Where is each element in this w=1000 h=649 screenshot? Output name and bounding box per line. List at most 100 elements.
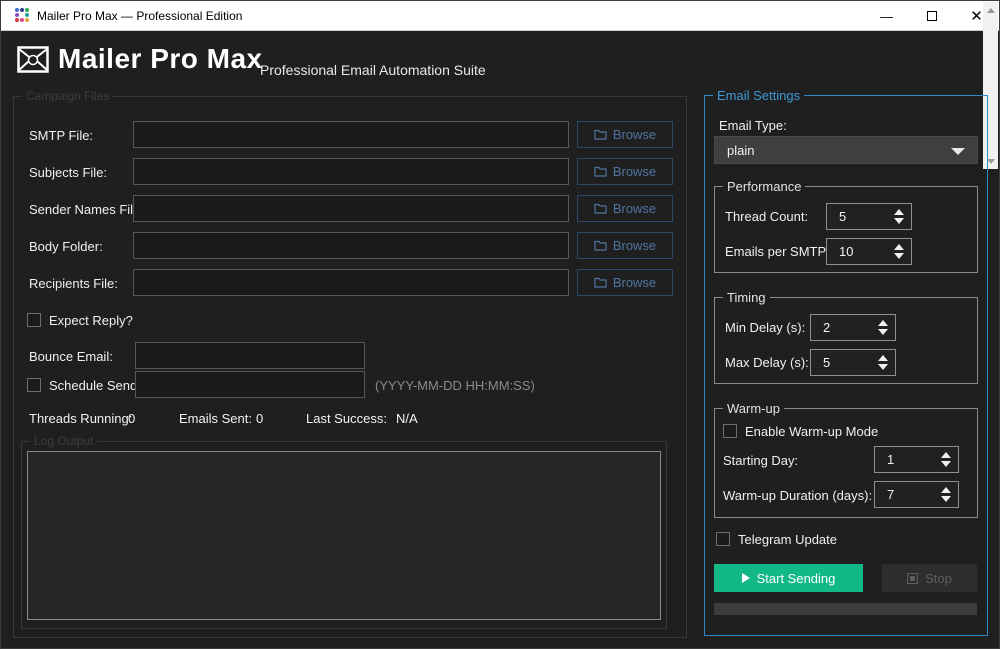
min-delay-value: 2 [823,320,830,335]
subjects-browse-button[interactable]: Browse [577,158,673,185]
minimize-button[interactable]: — [864,1,909,31]
spin-up-icon[interactable] [894,244,904,250]
browse-label: Browse [613,127,656,142]
spin-down-icon[interactable] [941,461,951,467]
email-type-value: plain [727,143,754,158]
subjects-file-label: Subjects File: [29,165,107,180]
last-success-value: N/A [396,411,418,426]
starting-day-spinner[interactable]: 1 [874,446,959,473]
sender-names-browse-button[interactable]: Browse [577,195,673,222]
emails-sent-label: Emails Sent: [179,411,252,426]
stop-button[interactable]: Stop [882,564,977,592]
enable-warmup-label: Enable Warm-up Mode [745,424,878,439]
recipients-browse-button[interactable]: Browse [577,269,673,296]
log-output-textarea[interactable] [27,451,661,620]
schedule-format-hint: (YYYY-MM-DD HH:MM:SS) [375,378,535,393]
telegram-update-label: Telegram Update [738,532,837,547]
browse-label: Browse [613,164,656,179]
threads-running-label: Threads Running: [29,411,132,426]
schedule-send-input[interactable] [135,371,365,398]
spin-down-icon[interactable] [941,496,951,502]
bounce-email-input[interactable] [135,342,365,369]
threads-running-value: 0 [128,411,135,426]
warmup-duration-label: Warm-up Duration (days): [723,488,872,503]
smtp-browse-button[interactable]: Browse [577,121,673,148]
email-type-label: Email Type: [719,118,787,133]
sender-names-file-input[interactable] [133,195,569,222]
smtp-file-input[interactable] [133,121,569,148]
min-delay-spinner[interactable]: 2 [810,314,896,341]
recipients-file-input[interactable] [133,269,569,296]
warmup-duration-spinner[interactable]: 7 [874,481,959,508]
envelope-icon [17,46,49,73]
stop-icon [907,573,918,584]
app-subtitle: Professional Email Automation Suite [260,62,486,78]
thread-count-spinner[interactable]: 5 [826,203,912,230]
folder-icon [594,203,607,214]
bounce-email-label: Bounce Email: [29,349,113,364]
spin-down-icon[interactable] [878,364,888,370]
max-delay-value: 5 [823,355,830,370]
subjects-file-input[interactable] [133,158,569,185]
window-title: Mailer Pro Max — Professional Edition [37,9,242,23]
emails-sent-value: 0 [256,411,263,426]
log-output-group-title: Log Output [30,434,97,448]
email-settings-group-title: Email Settings [713,88,804,103]
expect-reply-checkbox[interactable] [27,313,41,327]
schedule-send-checkbox[interactable] [27,378,41,392]
scroll-up-icon[interactable] [983,2,998,18]
spin-down-icon[interactable] [878,329,888,335]
play-icon [742,573,750,583]
expect-reply-label: Expect Reply? [49,313,133,328]
starting-day-label: Starting Day: [723,453,798,468]
enable-warmup-checkbox[interactable] [723,424,737,438]
start-sending-button[interactable]: Start Sending [714,564,863,592]
timing-group-title: Timing [723,290,770,305]
max-delay-label: Max Delay (s): [725,355,809,370]
email-type-dropdown[interactable]: plain [714,136,978,164]
app-window: Mailer Pro Max — Professional Edition — … [0,0,1000,649]
max-delay-spinner[interactable]: 5 [810,349,896,376]
body-folder-browse-button[interactable]: Browse [577,232,673,259]
folder-icon [594,240,607,251]
recipients-file-label: Recipients File: [29,276,118,291]
folder-icon [594,166,607,177]
starting-day-value: 1 [887,452,894,467]
app-icon [14,8,30,24]
smtp-file-label: SMTP File: [29,128,93,143]
warmup-duration-value: 7 [887,487,894,502]
maximize-icon [927,11,937,21]
spin-up-icon[interactable] [878,320,888,326]
schedule-send-label: Schedule Send? [49,378,144,393]
spin-up-icon[interactable] [894,209,904,215]
folder-icon [594,129,607,140]
body-folder-input[interactable] [133,232,569,259]
spin-up-icon[interactable] [941,487,951,493]
telegram-update-checkbox[interactable] [716,532,730,546]
spin-up-icon[interactable] [878,355,888,361]
sender-names-file-label: Sender Names File [29,202,140,217]
folder-icon [594,277,607,288]
app-title: Mailer Pro Max [58,43,263,75]
thread-count-label: Thread Count: [725,209,808,224]
thread-count-value: 5 [839,209,846,224]
progress-bar [714,603,977,615]
stop-label: Stop [925,571,952,586]
browse-label: Browse [613,238,656,253]
body-folder-label: Body Folder: [29,239,103,254]
emails-per-smtp-label: Emails per SMTP: [725,244,830,259]
spin-down-icon[interactable] [894,253,904,259]
browse-label: Browse [613,275,656,290]
maximize-button[interactable] [909,1,954,31]
spin-up-icon[interactable] [941,452,951,458]
titlebar: Mailer Pro Max — Professional Edition — … [1,1,999,31]
last-success-label: Last Success: [306,411,387,426]
campaign-files-group-title: Campaign Files [22,89,113,103]
emails-per-smtp-spinner[interactable]: 10 [826,238,912,265]
performance-group-title: Performance [723,179,805,194]
spin-down-icon[interactable] [894,218,904,224]
warmup-group-title: Warm-up [723,401,784,416]
min-delay-label: Min Delay (s): [725,320,805,335]
chevron-down-icon [951,148,965,155]
start-sending-label: Start Sending [757,571,836,586]
